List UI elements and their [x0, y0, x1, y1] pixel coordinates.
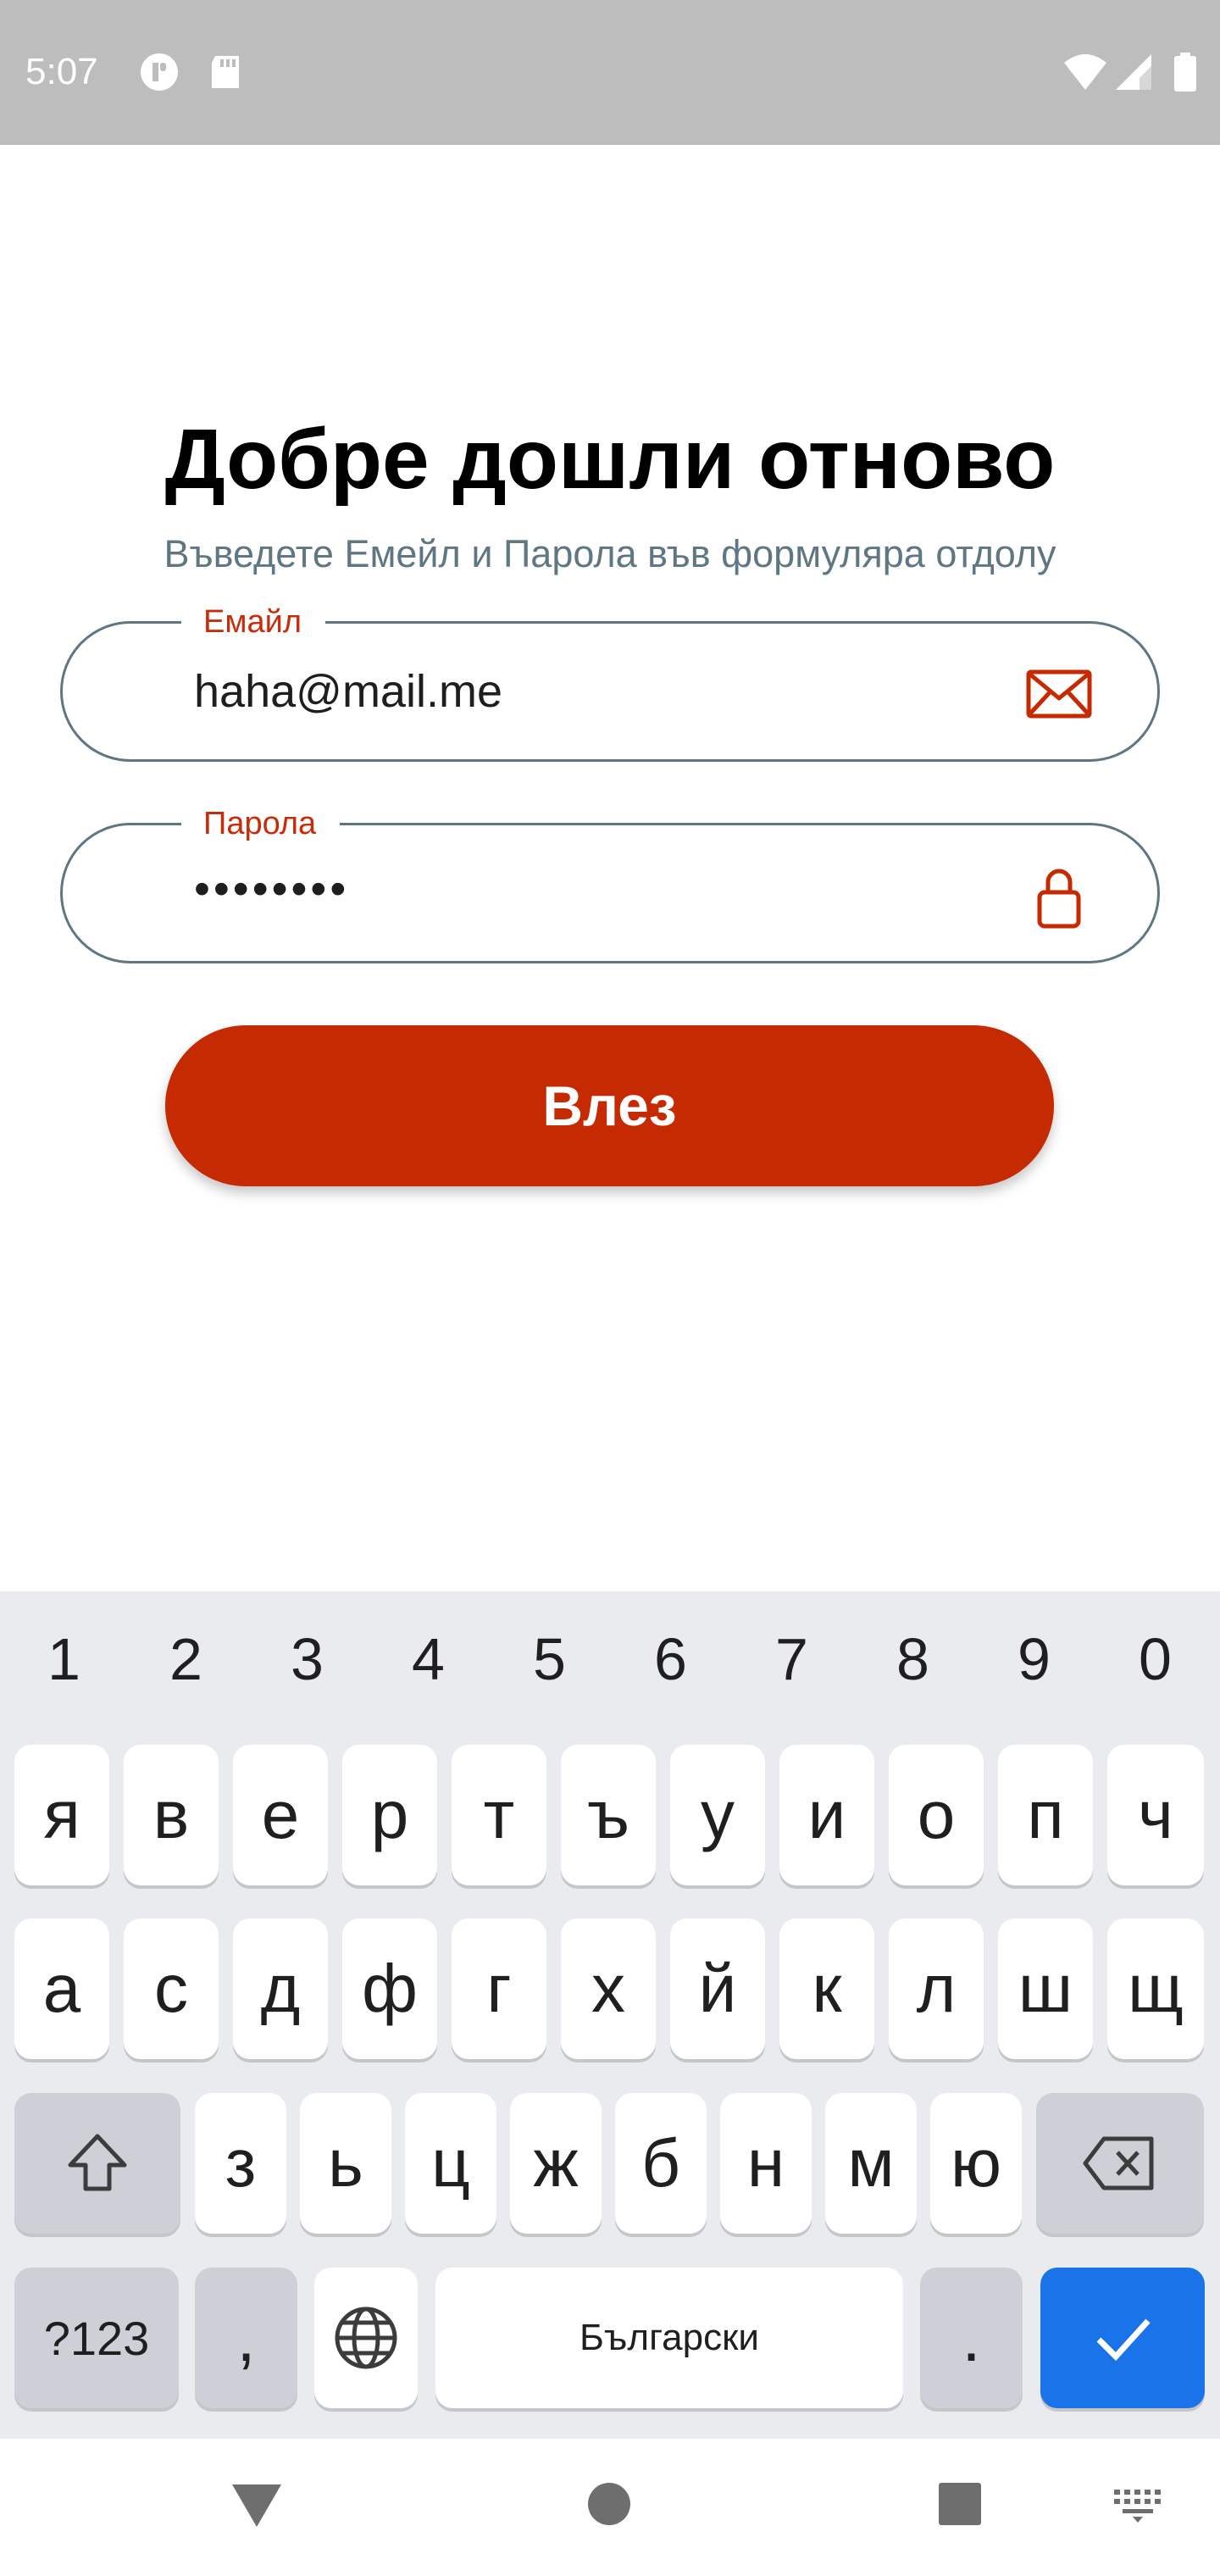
keyboard-switch-icon[interactable] — [1114, 2490, 1162, 2523]
key-es[interactable]: с — [124, 1918, 219, 2059]
key-ge[interactable]: г — [452, 1918, 546, 2059]
key-sha[interactable]: ш — [998, 1918, 1093, 2059]
key-3[interactable]: 3 — [247, 1625, 368, 1693]
globe-icon — [335, 2307, 397, 2369]
wifi-icon — [1064, 54, 1106, 90]
key-er[interactable]: р — [342, 1745, 437, 1885]
key-i[interactable]: и — [779, 1745, 874, 1885]
signal-icon — [1116, 54, 1151, 90]
key-5[interactable]: 5 — [489, 1625, 610, 1693]
back-icon[interactable] — [230, 2481, 283, 2529]
email-field-value[interactable]: haha@mail.me — [194, 662, 502, 721]
password-field-value[interactable]: •••••••• — [194, 859, 349, 919]
key-short-i[interactable]: й — [670, 1918, 765, 2059]
key-hard-sign[interactable]: ъ — [561, 1745, 656, 1885]
key-7[interactable]: 7 — [731, 1625, 852, 1693]
key-0[interactable]: 0 — [1095, 1625, 1216, 1693]
key-6[interactable]: 6 — [610, 1625, 731, 1693]
key-shta[interactable]: щ — [1107, 1918, 1204, 2059]
checkmark-icon — [1096, 2318, 1151, 2362]
key-2[interactable]: 2 — [125, 1625, 247, 1693]
key-be[interactable]: б — [615, 2093, 707, 2234]
password-field-label: Парола — [181, 800, 341, 847]
period-key[interactable]: . — [920, 2268, 1023, 2408]
page-title: Добре дошли отново — [164, 412, 1056, 507]
email-field[interactable]: Емайл haha@mail.me — [60, 598, 1160, 762]
password-field[interactable]: Парола •••••••• — [60, 800, 1160, 963]
key-a[interactable]: а — [14, 1918, 109, 2059]
key-ha[interactable]: х — [561, 1918, 656, 2059]
recents-icon[interactable] — [938, 2482, 982, 2526]
key-em[interactable]: м — [825, 2093, 917, 2234]
key-ve[interactable]: в — [124, 1745, 219, 1885]
key-ka[interactable]: к — [779, 1918, 874, 2059]
login-button[interactable]: Влез — [165, 1025, 1054, 1186]
home-icon[interactable] — [586, 2481, 632, 2527]
notification-icon — [141, 53, 178, 91]
key-u[interactable]: у — [670, 1745, 765, 1885]
symbols-key[interactable]: ?123 — [14, 2268, 179, 2408]
mail-icon — [1026, 669, 1092, 719]
shift-key[interactable] — [14, 2093, 180, 2234]
page-subtitle: Въведете Емейл и Парола във формуляра от… — [164, 532, 1056, 575]
key-de[interactable]: д — [233, 1918, 328, 2059]
key-4[interactable]: 4 — [368, 1625, 489, 1693]
key-o[interactable]: о — [889, 1745, 984, 1885]
navigation-bar — [0, 2439, 1220, 2576]
backspace-key[interactable] — [1036, 2093, 1204, 2234]
backspace-icon — [1083, 2136, 1154, 2190]
key-te[interactable]: т — [452, 1745, 546, 1885]
status-bar: 5:07 — [0, 0, 1220, 145]
key-1[interactable]: 1 — [3, 1625, 125, 1693]
space-key[interactable]: Български — [435, 2268, 903, 2408]
key-ye[interactable]: е — [233, 1745, 328, 1885]
key-yu[interactable]: ю — [930, 2093, 1022, 2234]
key-soft-sign[interactable]: ь — [300, 2093, 391, 2234]
key-ef[interactable]: ф — [342, 1918, 437, 2059]
key-tse[interactable]: ц — [405, 2093, 496, 2234]
key-pe[interactable]: п — [998, 1745, 1093, 1885]
key-9[interactable]: 9 — [973, 1625, 1095, 1693]
key-ze[interactable]: з — [195, 2093, 286, 2234]
status-time: 5:07 — [25, 51, 98, 92]
lock-icon — [1037, 869, 1081, 929]
email-field-label: Емайл — [181, 598, 326, 646]
done-key[interactable] — [1040, 2268, 1205, 2408]
keyboard: 1 2 3 4 5 6 7 8 9 0 я в е р т ъ у и о п … — [0, 1591, 1220, 2439]
key-ya[interactable]: я — [14, 1745, 109, 1885]
language-key[interactable] — [314, 2268, 418, 2408]
battery-icon — [1174, 53, 1196, 92]
key-en[interactable]: н — [720, 2093, 812, 2234]
keyboard-number-row: 1 2 3 4 5 6 7 8 9 0 — [0, 1625, 1220, 1693]
key-che[interactable]: ч — [1107, 1745, 1204, 1885]
key-8[interactable]: 8 — [852, 1625, 973, 1693]
key-zhe[interactable]: ж — [510, 2093, 602, 2234]
sd-card-icon — [212, 56, 239, 88]
shift-icon — [68, 2134, 127, 2191]
key-el[interactable]: л — [889, 1918, 984, 2059]
comma-key[interactable]: , — [195, 2268, 297, 2408]
